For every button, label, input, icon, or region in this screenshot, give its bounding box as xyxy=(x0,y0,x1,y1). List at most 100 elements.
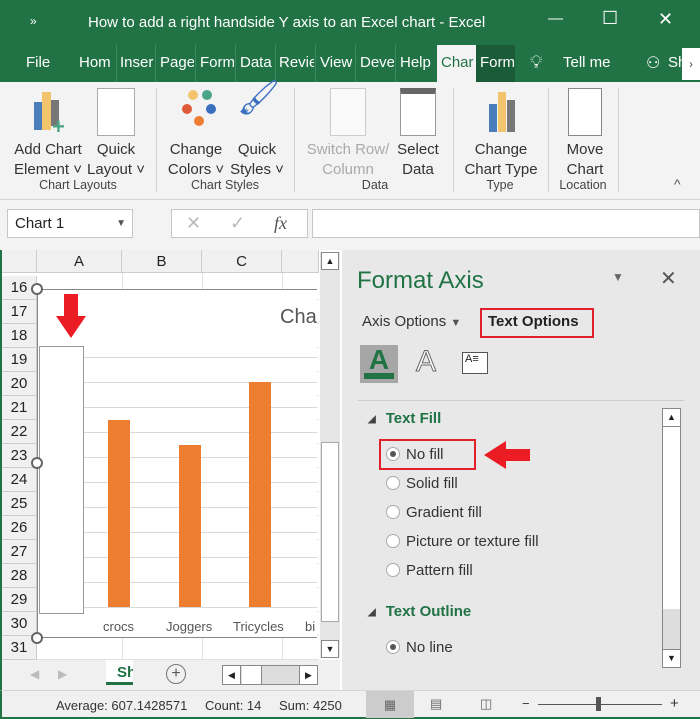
minimize-button[interactable]: — xyxy=(548,10,563,27)
insert-function-icon[interactable]: fx xyxy=(274,210,287,237)
row-header[interactable]: 29 xyxy=(2,588,37,612)
row-header[interactable]: 25 xyxy=(2,492,37,516)
vertical-scrollbar[interactable]: ▲ ▼ xyxy=(320,252,340,658)
tab-developer[interactable]: Deve xyxy=(355,45,394,82)
prev-sheet-button[interactable]: ◀ xyxy=(30,667,39,681)
tab-view[interactable]: View xyxy=(315,45,354,82)
status-count: Count: 14 xyxy=(205,698,262,713)
text-fill-outline-icon[interactable]: A xyxy=(360,345,398,383)
tab-file[interactable]: File xyxy=(26,45,62,82)
tab-format[interactable]: Form xyxy=(476,45,515,82)
status-bar: Average: 607.1428571 Count: 14 Sum: 4250… xyxy=(0,690,700,719)
chart-resize-handle[interactable] xyxy=(31,283,43,295)
column-header-c[interactable]: C xyxy=(202,250,282,273)
tab-insert[interactable]: Inser xyxy=(116,45,154,82)
chart-resize-handle[interactable] xyxy=(31,632,43,644)
page-break-view-button[interactable]: ◫ xyxy=(480,696,492,712)
cancel-icon[interactable]: ✕ xyxy=(186,210,201,237)
tab-chart-design[interactable]: Char xyxy=(437,45,476,82)
quick-access-icon[interactable]: » xyxy=(30,14,37,28)
switch-row-column-button[interactable]: Switch Row/Column xyxy=(302,88,394,180)
row-header[interactable]: 21 xyxy=(2,396,37,420)
close-button[interactable]: ✕ xyxy=(658,9,673,30)
bar-tricycles[interactable] xyxy=(249,382,271,607)
normal-view-button[interactable]: ▦ xyxy=(366,691,414,718)
row-header[interactable]: 30 xyxy=(2,612,37,636)
sheet-tab[interactable]: Sh xyxy=(106,660,133,685)
tab-help[interactable]: Help xyxy=(395,45,435,82)
add-chart-element-icon: + xyxy=(28,88,68,138)
collapse-ribbon-button[interactable]: ^ xyxy=(674,176,681,192)
row-header[interactable]: 27 xyxy=(2,540,37,564)
horizontal-scrollbar[interactable]: ◀ ▶ xyxy=(222,665,318,685)
select-data-button[interactable]: Select Data xyxy=(392,88,444,180)
quick-layout-button[interactable]: Quick Layout ˅ xyxy=(84,88,148,180)
axis-options-tab[interactable]: Axis Options ▼ xyxy=(362,313,461,330)
quick-styles-button[interactable]: 🖌︎ Quick Styles ˅ xyxy=(226,79,288,180)
lightbulb-icon: 💡︎ xyxy=(530,52,543,72)
name-box[interactable]: Chart 1 ▼ xyxy=(7,209,133,238)
pane-scroll-down[interactable]: ▼ xyxy=(663,649,680,667)
red-arrow-left-icon xyxy=(484,441,530,469)
next-sheet-button[interactable]: ▶ xyxy=(58,667,67,681)
enter-icon[interactable]: ✓ xyxy=(230,210,245,237)
move-chart-button[interactable]: Move Chart xyxy=(556,88,614,180)
radio-gradient-fill[interactable]: Gradient fill xyxy=(386,504,482,521)
row-header[interactable]: 26 xyxy=(2,516,37,540)
formula-input[interactable] xyxy=(312,209,700,238)
radio-pattern-fill[interactable]: Pattern fill xyxy=(386,562,473,579)
text-outline-section[interactable]: Text Outline xyxy=(368,603,472,620)
page-layout-view-button[interactable]: ▤ xyxy=(430,696,442,712)
row-header[interactable]: 28 xyxy=(2,564,37,588)
status-average: Average: 607.1428571 xyxy=(56,698,188,713)
pane-options-dropdown[interactable]: ▼ xyxy=(612,270,624,284)
selected-vertical-axis[interactable] xyxy=(39,346,84,614)
column-header-d[interactable] xyxy=(282,250,319,273)
row-header[interactable]: 20 xyxy=(2,372,37,396)
bar-joggers[interactable] xyxy=(179,445,201,607)
change-colors-button[interactable]: Change Colors ˅ xyxy=(164,88,228,180)
select-all-corner[interactable] xyxy=(2,250,37,273)
column-header-a[interactable]: A xyxy=(37,250,122,273)
bar-crocs[interactable] xyxy=(108,420,130,607)
tab-page-layout[interactable]: Page xyxy=(155,45,194,82)
tab-review[interactable]: Revie xyxy=(275,45,314,82)
add-chart-element-button[interactable]: + Add Chart Element ˅ xyxy=(8,88,88,180)
tab-formulas[interactable]: Form xyxy=(195,45,234,82)
quick-styles-icon: 🖌︎ xyxy=(237,79,281,117)
chart-resize-handle[interactable] xyxy=(31,457,43,469)
pane-scroll-up[interactable]: ▲ xyxy=(663,409,680,427)
radio-picture-texture-fill[interactable]: Picture or texture fill xyxy=(386,533,539,550)
text-effects-icon[interactable]: A xyxy=(415,345,436,379)
pane-scrollbar[interactable]: ▲ ▼ xyxy=(662,408,681,668)
chart-title[interactable]: Cha xyxy=(280,306,317,329)
row-header[interactable]: 18 xyxy=(2,324,37,348)
horizontal-scroll-thumb[interactable] xyxy=(242,666,262,684)
row-header[interactable]: 24 xyxy=(2,468,37,492)
tell-me-search[interactable]: Tell me xyxy=(563,54,611,71)
scroll-tabs-right[interactable]: › xyxy=(682,48,700,80)
change-chart-type-button[interactable]: Change Chart Type xyxy=(461,88,541,180)
text-fill-section[interactable]: Text Fill xyxy=(368,410,442,427)
chart[interactable]: Cha crocs Joggers Tricycles bi xyxy=(37,289,317,638)
scroll-down-button[interactable]: ▼ xyxy=(321,640,339,658)
zoom-out-button[interactable]: − xyxy=(522,696,530,711)
zoom-in-button[interactable]: + xyxy=(670,695,679,712)
column-header-b[interactable]: B xyxy=(122,250,202,273)
scroll-up-button[interactable]: ▲ xyxy=(321,252,339,270)
zoom-slider-thumb[interactable] xyxy=(596,697,601,711)
close-pane-button[interactable]: ✕ xyxy=(660,266,677,291)
vertical-scroll-thumb[interactable] xyxy=(321,442,339,622)
radio-solid-fill[interactable]: Solid fill xyxy=(386,475,458,492)
textbox-icon[interactable]: A≡ xyxy=(462,352,488,374)
row-header[interactable]: 19 xyxy=(2,348,37,372)
tab-data[interactable]: Data xyxy=(235,45,274,82)
chevron-down-icon: ▼ xyxy=(116,218,126,229)
maximize-button[interactable]: ☐ xyxy=(602,8,618,29)
radio-no-line[interactable]: No line xyxy=(386,639,453,656)
row-header[interactable]: 22 xyxy=(2,420,37,444)
share-icon[interactable]: ⚇ xyxy=(646,53,660,73)
row-header[interactable]: 17 xyxy=(2,300,37,324)
tab-home[interactable]: Hom xyxy=(79,45,115,82)
new-sheet-button[interactable]: + xyxy=(166,664,186,684)
